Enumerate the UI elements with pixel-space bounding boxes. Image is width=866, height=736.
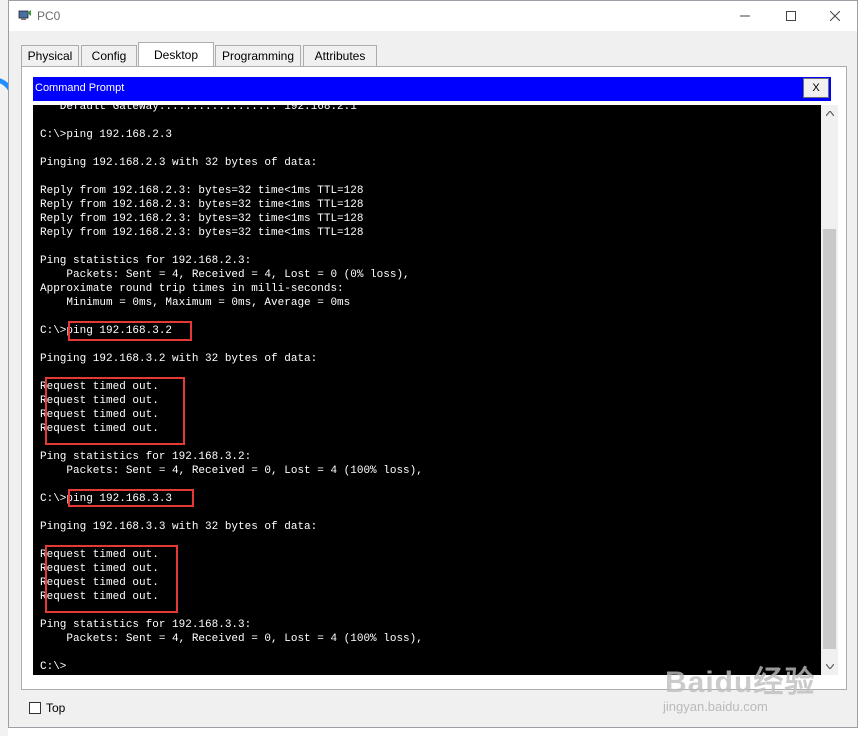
watermark-url: jingyan.baidu.com [663,699,768,714]
close-icon [830,11,840,21]
terminal-line: Pinging 192.168.3.3 with 32 bytes of dat… [40,521,318,533]
terminal-line: Reply from 192.168.2.3: bytes=32 time<1m… [40,199,364,211]
top-checkbox[interactable] [29,702,41,714]
command-prompt-title: Command Prompt [35,82,125,94]
command-prompt-close-button[interactable]: X [803,78,829,98]
tab-config[interactable]: Config [81,45,137,66]
tab-physical[interactable]: Physical [21,45,79,66]
maximize-icon [786,11,796,21]
tab-desktop[interactable]: Desktop [138,42,214,67]
terminal-line: Minimum = 0ms, Maximum = 0ms, Average = … [40,297,351,309]
window-title: PC0 [37,9,61,23]
terminal-line: Packets: Sent = 4, Received = 0, Lost = … [40,465,423,477]
terminal-line: Ping statistics for 192.168.3.3: [40,619,252,631]
terminal-line: Packets: Sent = 4, Received = 4, Lost = … [40,269,410,281]
terminal-line: Packets: Sent = 4, Received = 0, Lost = … [40,633,423,645]
highlight-timeouts-3-2 [45,377,185,445]
scroll-up-button[interactable] [821,105,838,122]
minimize-button[interactable] [723,1,767,31]
terminal-line: Approximate round trip times in milli-se… [40,283,344,295]
highlight-timeouts-3-3 [45,545,178,613]
title-bar: PC0 [9,1,857,31]
terminal-line: C:\>ping 192.168.2.3 [40,129,173,141]
top-checkbox-label: Top [46,701,66,715]
terminal-line: Ping statistics for 192.168.3.2: [40,451,252,463]
watermark-logo-text: Baidu经验 [665,666,816,699]
terminal-line: Reply from 192.168.2.3: bytes=32 time<1m… [40,213,364,225]
minimize-icon [740,15,750,17]
terminal-line: Reply from 192.168.2.3: bytes=32 time<1m… [40,185,364,197]
highlight-ping-3-2 [68,321,192,341]
close-window-button[interactable] [813,1,857,31]
pc-app-icon [18,10,31,20]
highlight-ping-3-3 [68,489,194,507]
tab-attributes[interactable]: Attributes [303,45,377,66]
tab-programming[interactable]: Programming [215,45,301,66]
terminal-output[interactable]: Default Gateway.................: 192.16… [33,105,821,675]
terminal-line: Reply from 192.168.2.3: bytes=32 time<1m… [40,227,364,239]
maximize-button[interactable] [769,1,813,31]
terminal-line: Ping statistics for 192.168.2.3: [40,255,252,267]
terminal-line: Pinging 192.168.2.3 with 32 bytes of dat… [40,157,318,169]
terminal-line: Pinging 192.168.3.2 with 32 bytes of dat… [40,353,318,365]
watermark: Baidu经验 jingyan.baidu.com [663,655,855,735]
scroll-thumb[interactable] [823,229,836,649]
command-prompt-header: Command Prompt X [33,77,831,101]
chevron-up-icon [825,111,834,116]
terminal-scrollbar[interactable] [821,105,838,675]
terminal-line: C:\> [40,661,67,673]
pc0-window: PC0 Physical Config Desktop Programming … [8,0,858,728]
terminal-line: Default Gateway.................: 192.16… [40,105,357,113]
